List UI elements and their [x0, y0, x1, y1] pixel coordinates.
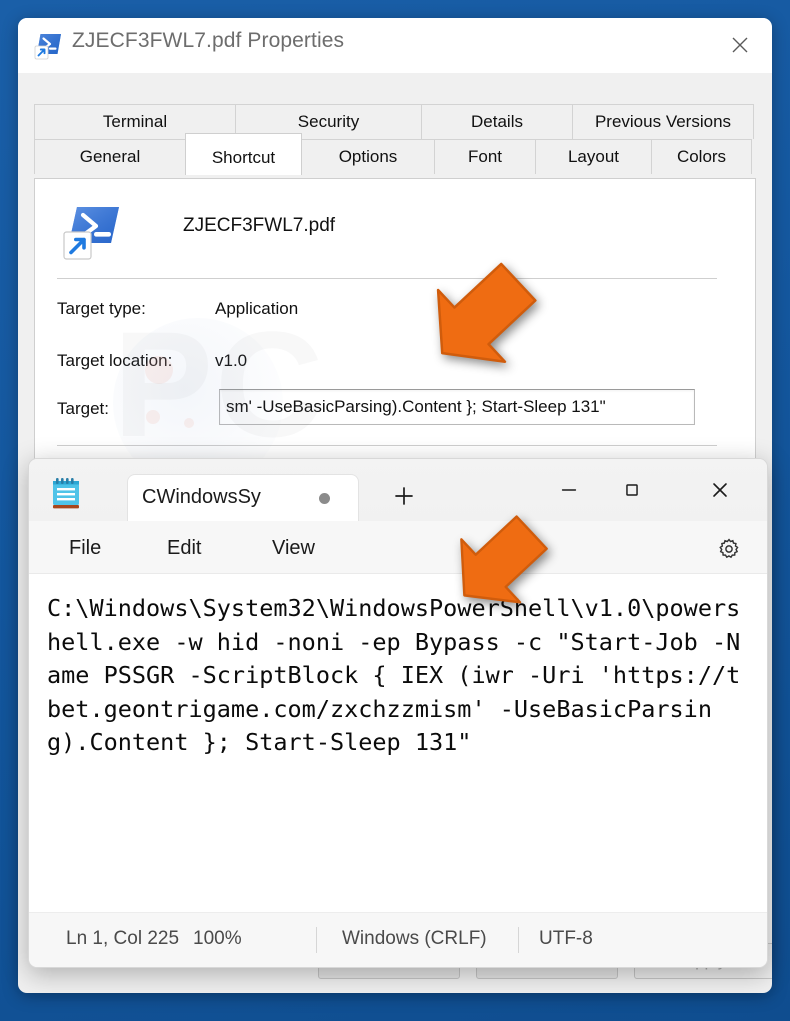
tab-general-label: General	[79, 147, 141, 166]
tab-previous-versions[interactable]: Previous Versions	[572, 104, 754, 139]
properties-titlebar: ZJECF3FWL7.pdf Properties	[18, 18, 772, 73]
tab-colors[interactable]: Colors	[651, 139, 752, 174]
properties-tab-row-2: General Shortcut Options Font Layout Col…	[34, 133, 756, 175]
menu-file[interactable]: File	[59, 532, 111, 564]
close-icon[interactable]	[722, 28, 758, 62]
desktop-background: ZJECF3FWL7.pdf Properties Terminal Secur…	[0, 0, 790, 1021]
tab-shortcut-label: Shortcut	[211, 148, 276, 167]
shortcut-file-name: ZJECF3FWL7.pdf	[183, 215, 336, 236]
status-encoding[interactable]: UTF-8	[539, 928, 593, 950]
notepad-tab[interactable]: CWindowsSy	[127, 474, 359, 521]
properties-tab-row-1: Terminal Security Details Previous Versi…	[34, 104, 756, 139]
status-zoom[interactable]: 100%	[193, 928, 242, 950]
tab-options[interactable]: Options	[301, 139, 435, 174]
target-input[interactable]: sm' -UseBasicParsing).Content }; Start-S…	[219, 389, 695, 425]
menu-edit[interactable]: Edit	[157, 532, 211, 564]
notepad-editor[interactable]: C:\Windows\System32\WindowsPowerShell\v1…	[29, 574, 767, 914]
properties-dialog-title: ZJECF3FWL7.pdf Properties	[72, 29, 345, 52]
maximize-button[interactable]	[604, 467, 660, 513]
tab-security-label: Security	[297, 112, 360, 131]
notepad-statusbar: Ln 1, Col 225 100% Windows (CRLF) UTF-8	[29, 912, 767, 967]
status-line-ending[interactable]: Windows (CRLF)	[342, 928, 487, 950]
minimize-button[interactable]	[541, 467, 597, 513]
tab-details-label: Details	[471, 112, 523, 131]
tab-layout[interactable]: Layout	[535, 139, 652, 174]
status-line-column[interactable]: Ln 1, Col 225	[66, 928, 179, 950]
status-divider	[316, 927, 317, 953]
tab-shortcut[interactable]: Shortcut	[185, 133, 302, 175]
close-button[interactable]	[692, 467, 748, 513]
notepad-editor-text: C:\Windows\System32\WindowsPowerShell\v1…	[47, 594, 741, 756]
powershell-shortcut-icon-large	[63, 199, 125, 261]
new-tab-button[interactable]	[387, 481, 421, 511]
tab-previous-versions-label: Previous Versions	[594, 112, 732, 131]
divider-top	[57, 278, 717, 279]
target-location-value: v1.0	[215, 351, 248, 370]
notepad-menubar: File Edit View	[29, 521, 767, 574]
notepad-icon	[51, 477, 81, 509]
menu-view[interactable]: View	[262, 532, 325, 564]
status-divider	[518, 927, 519, 953]
target-type-value: Application	[215, 299, 299, 318]
gear-icon[interactable]	[713, 534, 745, 564]
tab-general[interactable]: General	[34, 139, 186, 174]
notepad-titlebar: CWindowsSy	[29, 459, 767, 521]
target-type-label: Target type:	[57, 299, 146, 318]
tab-details[interactable]: Details	[421, 104, 573, 139]
divider-bottom	[57, 445, 717, 446]
tab-colors-label: Colors	[676, 147, 727, 166]
tab-terminal-label: Terminal	[102, 112, 168, 131]
unsaved-changes-dot-icon	[319, 493, 330, 504]
powershell-shortcut-icon	[34, 30, 64, 60]
notepad-tab-label: CWindowsSy	[142, 486, 261, 508]
target-label: Target:	[57, 399, 109, 418]
notepad-window: CWindowsSy File Edit View C:\Windows\Sys…	[28, 458, 768, 968]
shortcut-file-header: ZJECF3FWL7.pdf	[57, 195, 717, 273]
tab-options-label: Options	[338, 147, 398, 166]
target-location-label: Target location:	[57, 351, 173, 370]
properties-tabstrip: Terminal Security Details Previous Versi…	[18, 73, 772, 178]
tab-font[interactable]: Font	[434, 139, 536, 174]
tab-layout-label: Layout	[567, 147, 620, 166]
tab-font-label: Font	[467, 147, 503, 166]
